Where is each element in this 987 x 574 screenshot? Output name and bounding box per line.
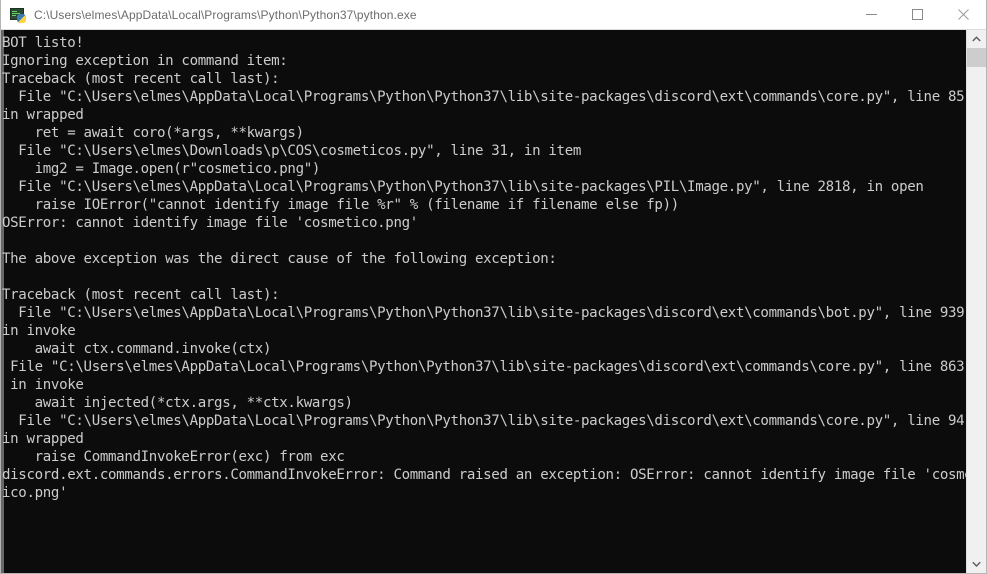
vertical-scrollbar[interactable] [966, 30, 986, 573]
console-output[interactable]: BOT listo! Ignoring exception in command… [1, 30, 966, 573]
scrollbar-track[interactable] [967, 48, 986, 555]
python-console-icon [10, 7, 26, 23]
close-button[interactable] [940, 0, 986, 30]
title-bar[interactable]: C:\Users\elmes\AppData\Local\Programs\Py… [1, 0, 986, 30]
title-bar-left: C:\Users\elmes\AppData\Local\Programs\Py… [1, 7, 848, 23]
console-area: BOT listo! Ignoring exception in command… [1, 30, 986, 573]
chevron-down-icon[interactable] [967, 555, 986, 573]
maximize-button[interactable] [894, 0, 940, 30]
console-window: C:\Users\elmes\AppData\Local\Programs\Py… [0, 0, 987, 574]
window-title: C:\Users\elmes\AppData\Local\Programs\Py… [34, 7, 417, 22]
window-controls [848, 0, 986, 30]
minimize-button[interactable] [848, 0, 894, 30]
scrollbar-thumb[interactable] [967, 48, 986, 67]
chevron-up-icon[interactable] [967, 30, 986, 48]
